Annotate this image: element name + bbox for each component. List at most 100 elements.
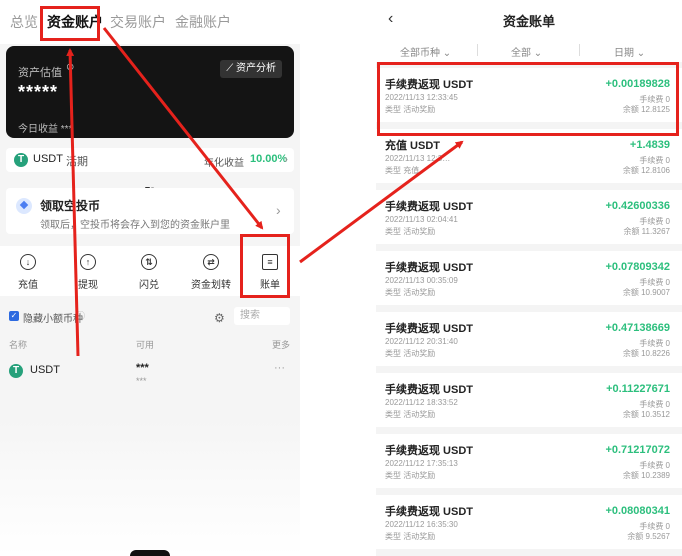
airdrop-description: 领取后，空投币将会存入到您的资金账户里	[40, 220, 230, 231]
record-title: 手续费返现 USDT	[385, 384, 473, 396]
filter-type-label: 全部	[511, 48, 531, 59]
deposit-label: 充值	[18, 280, 38, 291]
record-type: 类型 活动奖励	[385, 227, 436, 236]
withdraw-icon: ↑	[80, 254, 96, 270]
hide-small-checkbox[interactable]: ✓	[9, 311, 19, 321]
bill-record[interactable]: 充值 USDT 2022/11/13 12:3… 类型 充值 +1.4839 手…	[376, 129, 682, 183]
bill-record[interactable]: 手续费返现 USDT 2022/11/12 20:31:40 类型 活动奖励 +…	[376, 312, 682, 366]
record-type: 类型 活动奖励	[385, 532, 436, 541]
swap-label: 闪兑	[139, 280, 159, 291]
record-balance: 余额 10.8226	[622, 349, 670, 358]
chevron-down-icon: ⌄	[533, 48, 543, 59]
record-amount: +0.08080341	[605, 505, 670, 517]
airdrop-title: 领取空投币	[40, 199, 101, 213]
product-term: 活期	[66, 156, 88, 168]
yield-value: 10.00%	[250, 153, 288, 165]
col-more: 更多	[272, 340, 291, 350]
info-icon[interactable]: ⓘ	[76, 309, 85, 322]
settings-icon[interactable]: ⚙	[214, 311, 225, 325]
highlight-box-first-record	[377, 62, 679, 136]
asset-filter-bar: ✓ 隐藏小额币种 ⓘ ⚙ 搜索	[0, 304, 300, 330]
asset-name: USDT	[30, 364, 60, 376]
deposit-button[interactable]: ↓ 充值	[8, 254, 48, 291]
record-balance: 余额 11.3267	[623, 227, 670, 236]
filter-date-label: 日期	[614, 48, 634, 59]
chevron-down-icon: ⌄	[442, 48, 452, 59]
record-amount: +1.4839	[629, 139, 670, 151]
airdrop-diamond-icon	[16, 198, 32, 214]
withdraw-button[interactable]: ↑ 提现	[68, 254, 108, 291]
yield-label: 年化收益	[204, 158, 244, 169]
asset-valuation-label: 资产估值	[18, 67, 62, 79]
bill-record[interactable]: 手续费返现 USDT 2022/11/12 16:35:30 类型 活动奖励 +…	[376, 495, 682, 549]
record-balance: 余额 10.9007	[622, 288, 670, 297]
record-datetime: 2022/11/12 17:35:13	[385, 459, 458, 468]
record-title: 手续费返现 USDT	[385, 201, 473, 213]
swap-icon: ⇅	[141, 254, 157, 270]
asset-analysis-button[interactable]: ⟋ 资产分析	[220, 60, 282, 78]
swap-button[interactable]: ⇅ 闪兑	[129, 254, 169, 291]
filter-coin-label: 全部币种	[400, 48, 440, 59]
bill-record[interactable]: 手续费返现 USDT 2022/11/13 00:35:09 类型 活动奖励 +…	[376, 251, 682, 305]
withdraw-label: 提现	[78, 280, 98, 291]
tab-overview[interactable]: 总览	[10, 12, 38, 32]
asset-value-masked: *****	[18, 82, 59, 102]
transfer-button[interactable]: ⇄ 资金划转	[189, 254, 233, 291]
usdt-coin-icon: T	[9, 364, 23, 378]
more-menu-icon[interactable]: ···	[274, 362, 285, 374]
highlight-box-funding-tab	[40, 6, 100, 41]
record-datetime: 2022/11/13 00:35:09	[385, 276, 458, 285]
record-type: 类型 充值	[385, 166, 420, 175]
divider	[579, 44, 580, 56]
record-datetime: 2022/11/13 02:04:41	[385, 215, 458, 224]
today-earnings-value: ***	[60, 124, 73, 135]
transfer-label: 资金划转	[191, 280, 231, 291]
asset-available-sub: ***	[136, 376, 147, 386]
bill-record[interactable]: 手续费返现 USDT 2022/11/12 17:35:13 类型 活动奖励 +…	[376, 434, 682, 488]
divider	[477, 44, 478, 56]
bill-record[interactable]: 手续费返现 USDT 2022/11/12 18:33:52 类型 活动奖励 +…	[376, 373, 682, 427]
record-title: 手续费返现 USDT	[385, 506, 473, 518]
filter-date[interactable]: 日期 ⌄	[614, 44, 645, 59]
record-type: 类型 活动奖励	[385, 349, 436, 358]
chart-icon: ⟋	[226, 63, 234, 74]
record-amount: +0.71217072	[605, 444, 670, 456]
record-datetime: 2022/11/12 18:33:52	[385, 398, 458, 407]
record-datetime: 2022/11/13 12:3…	[385, 154, 451, 163]
carousel-indicator	[145, 177, 157, 190]
chevron-right-icon: ›	[276, 202, 281, 218]
eye-off-icon[interactable]: ⊘	[66, 62, 74, 73]
record-type: 类型 活动奖励	[385, 410, 436, 419]
record-balance: 余额 10.3512	[622, 410, 670, 419]
asset-row-usdt[interactable]: T USDT *** *** ···	[0, 362, 300, 392]
flexible-product-row[interactable]: T USDT 活期 年化收益 10.00% ›	[6, 148, 294, 172]
tab-trading-account[interactable]: 交易账户	[110, 12, 166, 32]
home-indicator	[130, 550, 170, 556]
bill-record[interactable]: 手续费返现 USDT 2022/11/13 02:04:41 类型 活动奖励 +…	[376, 190, 682, 244]
record-balance: 余额 9.5267	[627, 532, 670, 541]
record-title: 手续费返现 USDT	[385, 323, 473, 335]
record-amount: +0.07809342	[605, 261, 670, 273]
bill-header: ‹ 资金账单	[376, 0, 682, 38]
record-datetime: 2022/11/12 20:31:40	[385, 337, 458, 346]
record-type: 类型 活动奖励	[385, 471, 436, 480]
record-title: 手续费返现 USDT	[385, 445, 473, 457]
record-title: 充值 USDT	[385, 140, 440, 152]
today-earnings: 今日收益 ***	[18, 120, 72, 135]
chevron-right-icon: ›	[284, 152, 288, 166]
deposit-icon: ↓	[20, 254, 36, 270]
asset-table-header: 名称 可用 更多	[0, 338, 300, 352]
highlight-box-bill-button	[240, 234, 290, 298]
bottom-fade	[0, 420, 300, 556]
tab-finance-account[interactable]: 金融账户	[175, 12, 231, 32]
asset-card: 资产估值 ⊘ ***** 今日收益 *** ⟋ 资产分析	[6, 46, 294, 138]
usdt-coin-icon: T	[14, 153, 28, 167]
today-earnings-label: 今日收益	[18, 124, 58, 135]
record-amount: +0.42600336	[605, 200, 670, 212]
record-datetime: 2022/11/12 16:35:30	[385, 520, 458, 529]
search-input[interactable]: 搜索	[234, 307, 290, 325]
record-title: 手续费返现 USDT	[385, 262, 473, 274]
filter-type[interactable]: 全部 ⌄	[511, 44, 542, 59]
airdrop-banner[interactable]: 领取空投币 领取后，空投币将会存入到您的资金账户里 ›	[6, 188, 294, 234]
filter-coin[interactable]: 全部币种 ⌄	[400, 44, 451, 59]
